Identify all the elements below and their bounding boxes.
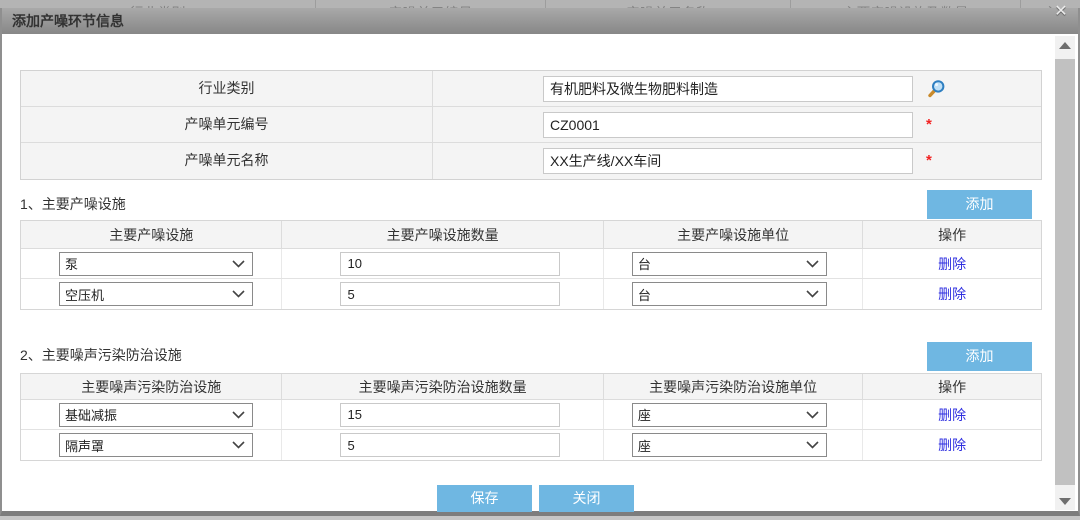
dialog-title: 添加产噪环节信息	[12, 13, 124, 29]
col-facility-count: 主要产噪设施数量	[282, 221, 603, 249]
section1-add-button[interactable]: 添加	[927, 190, 1032, 219]
facility-select[interactable]: 泵	[59, 252, 253, 276]
col-control-unit: 主要噪声污染防治设施单位	[604, 374, 863, 400]
col-control-facility: 主要噪声污染防治设施	[21, 374, 282, 400]
delete-link[interactable]: 删除	[938, 405, 966, 425]
delete-link[interactable]: 删除	[938, 284, 966, 304]
unit-name-input[interactable]	[543, 148, 913, 174]
col-action: 操作	[863, 221, 1041, 249]
scrollbar-thumb[interactable]	[1055, 59, 1075, 485]
section2-add-button[interactable]: 添加	[927, 342, 1032, 371]
chevron-down-icon	[232, 441, 245, 449]
form-row-unit-name: 产噪单元名称 *	[21, 143, 1041, 179]
scroll-up-icon	[1059, 42, 1071, 49]
facility-row-2: 空压机 台 删除	[21, 279, 1041, 309]
control-facility-select[interactable]: 基础减振	[59, 403, 253, 427]
dialog-titlebar: 添加产噪环节信息 ✕	[2, 8, 1078, 34]
section2-title: 2、主要噪声污染防治设施	[20, 345, 182, 365]
required-asterisk: *	[926, 120, 932, 130]
chevron-down-icon	[232, 290, 245, 298]
facility-row-1: 泵 台 删除	[21, 249, 1041, 279]
control-row-2: 隔声罩 座 删除	[21, 430, 1041, 460]
chevron-down-icon	[232, 260, 245, 268]
col-control-count: 主要噪声污染防治设施数量	[282, 374, 603, 400]
chevron-down-icon	[806, 290, 819, 298]
chevron-down-icon	[232, 411, 245, 419]
vertical-scrollbar[interactable]	[1055, 36, 1075, 510]
control-unit-select[interactable]: 座	[632, 433, 827, 457]
scroll-down-button[interactable]	[1055, 492, 1075, 510]
delete-link[interactable]: 删除	[938, 254, 966, 274]
close-icon[interactable]: ✕	[1052, 3, 1070, 21]
close-button[interactable]: 关闭	[539, 485, 634, 512]
control-facility-select[interactable]: 隔声罩	[59, 433, 253, 457]
dialog-body: 行业类别 产噪单元编号 *	[2, 34, 1078, 511]
facility-count-input[interactable]	[340, 252, 560, 276]
col-action: 操作	[863, 374, 1041, 400]
chevron-down-icon	[806, 260, 819, 268]
chevron-down-icon	[806, 411, 819, 419]
industry-input[interactable]	[543, 76, 913, 102]
unit-info-form: 行业类别 产噪单元编号 *	[20, 70, 1042, 180]
col-facility: 主要产噪设施	[21, 221, 282, 249]
add-noise-link-dialog: 添加产噪环节信息 ✕ 行业类别 产噪单	[0, 8, 1080, 516]
chevron-down-icon	[806, 441, 819, 449]
scroll-down-icon	[1059, 498, 1071, 505]
save-button[interactable]: 保存	[437, 485, 532, 512]
scroll-up-button[interactable]	[1055, 36, 1075, 54]
section1-title: 1、主要产噪设施	[20, 194, 126, 214]
unit-name-label: 产噪单元名称	[21, 143, 433, 179]
form-row-industry: 行业类别	[21, 71, 1041, 107]
delete-link[interactable]: 删除	[938, 435, 966, 455]
control-facility-table: 主要噪声污染防治设施 主要噪声污染防治设施数量 主要噪声污染防治设施单位 操作 …	[20, 373, 1042, 461]
control-count-input[interactable]	[340, 433, 560, 457]
control-unit-select[interactable]: 座	[632, 403, 827, 427]
control-row-1: 基础减振 座 删除	[21, 400, 1041, 430]
industry-label: 行业类别	[21, 71, 433, 106]
form-row-unit-code: 产噪单元编号 *	[21, 107, 1041, 143]
unit-code-label: 产噪单元编号	[21, 107, 433, 142]
facility-table: 主要产噪设施 主要产噪设施数量 主要产噪设施单位 操作 泵 台	[20, 220, 1042, 310]
col-facility-unit: 主要产噪设施单位	[604, 221, 863, 249]
facility-select[interactable]: 空压机	[59, 282, 253, 306]
unit-code-input[interactable]	[543, 112, 913, 138]
facility-unit-select[interactable]: 台	[632, 252, 827, 276]
facility-unit-select[interactable]: 台	[632, 282, 827, 306]
control-count-input[interactable]	[340, 403, 560, 427]
search-icon[interactable]	[926, 79, 946, 99]
facility-count-input[interactable]	[340, 282, 560, 306]
required-asterisk: *	[926, 156, 932, 166]
